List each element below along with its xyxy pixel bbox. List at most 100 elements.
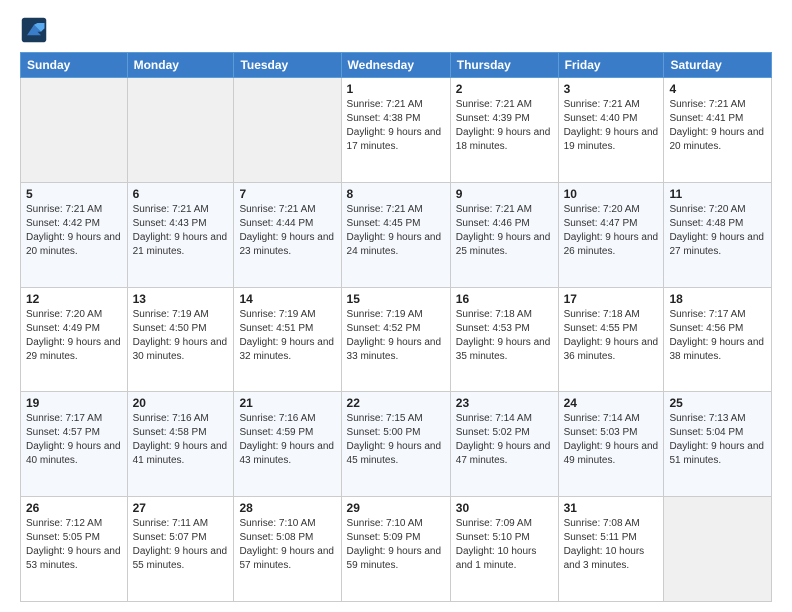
- logo: [20, 16, 52, 44]
- day-info: Sunrise: 7:21 AMSunset: 4:42 PMDaylight:…: [26, 203, 122, 259]
- calendar-cell: 27 Sunrise: 7:11 AMSunset: 5:07 PMDayligh…: [127, 497, 234, 602]
- calendar-cell: 2Sunrise: 7:21 AMSunset: 4:39 PMDaylight…: [450, 78, 558, 183]
- calendar-cell: 31Sunrise: 7:08 AMSunset: 5:11 PMDayligh…: [558, 497, 664, 602]
- day-info: Sunrise: 7:11 AMSunset: 5:07 PMDaylight:…: [133, 517, 229, 573]
- day-info: Sunrise: 7:13 AMSunset: 5:04 PMDaylight:…: [669, 412, 766, 468]
- day-number: 7: [239, 187, 335, 201]
- day-number: 28: [239, 501, 335, 515]
- day-number: 11: [669, 187, 766, 201]
- calendar-week-row: 19Sunrise: 7:17 AMSunset: 4:57 PMDayligh…: [21, 392, 772, 497]
- day-number: 17: [564, 292, 659, 306]
- calendar-cell: 30 Sunrise: 7:09 AMSunset: 5:10 PMDayligh…: [450, 497, 558, 602]
- page: SundayMondayTuesdayWednesdayThursdayFrid…: [0, 0, 792, 612]
- logo-icon: [20, 16, 48, 44]
- day-number: 13: [133, 292, 229, 306]
- calendar-day-header: Wednesday: [341, 53, 450, 78]
- day-info: Sunrise: 7:10 AMSunset: 5:09 PMDaylight:…: [347, 517, 445, 573]
- calendar-cell: 24Sunrise: 7:14 AMSunset: 5:03 PMDayligh…: [558, 392, 664, 497]
- day-number: 31: [564, 501, 659, 515]
- day-info: Sunrise: 7:21 AMSunset: 4:39 PMDaylight:…: [456, 98, 553, 154]
- day-info: Sunrise: 7:21 AMSunset: 4:38 PMDaylight:…: [347, 98, 445, 154]
- day-number: 30: [456, 501, 553, 515]
- day-info: Sunrise: 7:14 AMSunset: 5:03 PMDaylight:…: [564, 412, 659, 468]
- calendar: SundayMondayTuesdayWednesdayThursdayFrid…: [20, 52, 772, 602]
- day-number: 8: [347, 187, 445, 201]
- calendar-cell: [664, 497, 772, 602]
- day-number: 5: [26, 187, 122, 201]
- day-number: 4: [669, 82, 766, 96]
- day-info: Sunrise: 7:21 AMSunset: 4:45 PMDaylight:…: [347, 203, 445, 259]
- day-info: Sunrise: 7:21 AMSunset: 4:44 PMDaylight:…: [239, 203, 335, 259]
- header: [20, 16, 772, 44]
- calendar-week-row: 26 Sunrise: 7:12 AMSunset: 5:05 PMDayligh…: [21, 497, 772, 602]
- calendar-cell: 12 Sunrise: 7:20 AMSunset: 4:49 PMDayligh…: [21, 287, 128, 392]
- day-number: 22: [347, 396, 445, 410]
- day-info: Sunrise: 7:18 AMSunset: 4:55 PMDaylight:…: [564, 308, 659, 364]
- calendar-cell: 21 Sunrise: 7:16 AMSunset: 4:59 PMDayligh…: [234, 392, 341, 497]
- day-number: 16: [456, 292, 553, 306]
- calendar-cell: 11 Sunrise: 7:20 AMSunset: 4:48 PMDayligh…: [664, 182, 772, 287]
- calendar-cell: 3 Sunrise: 7:21 AMSunset: 4:40 PMDaylight…: [558, 78, 664, 183]
- day-info: Sunrise: 7:19 AMSunset: 4:52 PMDaylight:…: [347, 308, 445, 364]
- day-info: Sunrise: 7:20 AMSunset: 4:47 PMDaylight:…: [564, 203, 659, 259]
- calendar-cell: 13 Sunrise: 7:19 AMSunset: 4:50 PMDayligh…: [127, 287, 234, 392]
- day-info: Sunrise: 7:19 AMSunset: 4:51 PMDaylight:…: [239, 308, 335, 364]
- calendar-cell: 5 Sunrise: 7:21 AMSunset: 4:42 PMDaylight…: [21, 182, 128, 287]
- calendar-cell: 8 Sunrise: 7:21 AMSunset: 4:45 PMDaylight…: [341, 182, 450, 287]
- day-info: Sunrise: 7:20 AMSunset: 4:48 PMDaylight:…: [669, 203, 766, 259]
- calendar-cell: 29Sunrise: 7:10 AMSunset: 5:09 PMDayligh…: [341, 497, 450, 602]
- calendar-cell: 1 Sunrise: 7:21 AMSunset: 4:38 PMDaylight…: [341, 78, 450, 183]
- day-info: Sunrise: 7:10 AMSunset: 5:08 PMDaylight:…: [239, 517, 335, 573]
- day-info: Sunrise: 7:17 AMSunset: 4:56 PMDaylight:…: [669, 308, 766, 364]
- calendar-cell: 7 Sunrise: 7:21 AMSunset: 4:44 PMDaylight…: [234, 182, 341, 287]
- calendar-cell: 22 Sunrise: 7:15 AMSunset: 5:00 PMDayligh…: [341, 392, 450, 497]
- calendar-cell: 25Sunrise: 7:13 AMSunset: 5:04 PMDayligh…: [664, 392, 772, 497]
- day-info: Sunrise: 7:20 AMSunset: 4:49 PMDaylight:…: [26, 308, 122, 364]
- calendar-week-row: 5 Sunrise: 7:21 AMSunset: 4:42 PMDaylight…: [21, 182, 772, 287]
- day-info: Sunrise: 7:09 AMSunset: 5:10 PMDaylight:…: [456, 517, 553, 573]
- day-number: 21: [239, 396, 335, 410]
- day-number: 19: [26, 396, 122, 410]
- calendar-cell: 15Sunrise: 7:19 AMSunset: 4:52 PMDayligh…: [341, 287, 450, 392]
- calendar-body: 1 Sunrise: 7:21 AMSunset: 4:38 PMDaylight…: [21, 78, 772, 602]
- day-number: 26: [26, 501, 122, 515]
- calendar-week-row: 12 Sunrise: 7:20 AMSunset: 4:49 PMDayligh…: [21, 287, 772, 392]
- day-number: 14: [239, 292, 335, 306]
- calendar-cell: 6Sunrise: 7:21 AMSunset: 4:43 PMDaylight…: [127, 182, 234, 287]
- day-number: 27: [133, 501, 229, 515]
- calendar-week-row: 1 Sunrise: 7:21 AMSunset: 4:38 PMDaylight…: [21, 78, 772, 183]
- day-info: Sunrise: 7:19 AMSunset: 4:50 PMDaylight:…: [133, 308, 229, 364]
- day-number: 10: [564, 187, 659, 201]
- calendar-day-header: Saturday: [664, 53, 772, 78]
- day-info: Sunrise: 7:21 AMSunset: 4:41 PMDaylight:…: [669, 98, 766, 154]
- day-info: Sunrise: 7:16 AMSunset: 4:58 PMDaylight:…: [133, 412, 229, 468]
- day-info: Sunrise: 7:14 AMSunset: 5:02 PMDaylight:…: [456, 412, 553, 468]
- day-info: Sunrise: 7:18 AMSunset: 4:53 PMDaylight:…: [456, 308, 553, 364]
- calendar-cell: 26 Sunrise: 7:12 AMSunset: 5:05 PMDayligh…: [21, 497, 128, 602]
- day-info: Sunrise: 7:12 AMSunset: 5:05 PMDaylight:…: [26, 517, 122, 573]
- calendar-cell: 23 Sunrise: 7:14 AMSunset: 5:02 PMDayligh…: [450, 392, 558, 497]
- calendar-day-header: Friday: [558, 53, 664, 78]
- calendar-day-header: Thursday: [450, 53, 558, 78]
- calendar-day-header: Tuesday: [234, 53, 341, 78]
- day-number: 23: [456, 396, 553, 410]
- day-number: 12: [26, 292, 122, 306]
- calendar-cell: 18 Sunrise: 7:17 AMSunset: 4:56 PMDayligh…: [664, 287, 772, 392]
- calendar-header-row: SundayMondayTuesdayWednesdayThursdayFrid…: [21, 53, 772, 78]
- day-info: Sunrise: 7:21 AMSunset: 4:40 PMDaylight:…: [564, 98, 659, 154]
- calendar-cell: [127, 78, 234, 183]
- calendar-cell: 4 Sunrise: 7:21 AMSunset: 4:41 PMDaylight…: [664, 78, 772, 183]
- calendar-cell: 9Sunrise: 7:21 AMSunset: 4:46 PMDaylight…: [450, 182, 558, 287]
- day-number: 3: [564, 82, 659, 96]
- calendar-cell: 28 Sunrise: 7:10 AMSunset: 5:08 PMDayligh…: [234, 497, 341, 602]
- day-info: Sunrise: 7:16 AMSunset: 4:59 PMDaylight:…: [239, 412, 335, 468]
- calendar-cell: 17 Sunrise: 7:18 AMSunset: 4:55 PMDayligh…: [558, 287, 664, 392]
- day-number: 18: [669, 292, 766, 306]
- calendar-day-header: Sunday: [21, 53, 128, 78]
- calendar-cell: 20 Sunrise: 7:16 AMSunset: 4:58 PMDayligh…: [127, 392, 234, 497]
- day-info: Sunrise: 7:15 AMSunset: 5:00 PMDaylight:…: [347, 412, 445, 468]
- day-number: 1: [347, 82, 445, 96]
- calendar-cell: [21, 78, 128, 183]
- day-number: 6: [133, 187, 229, 201]
- day-number: 20: [133, 396, 229, 410]
